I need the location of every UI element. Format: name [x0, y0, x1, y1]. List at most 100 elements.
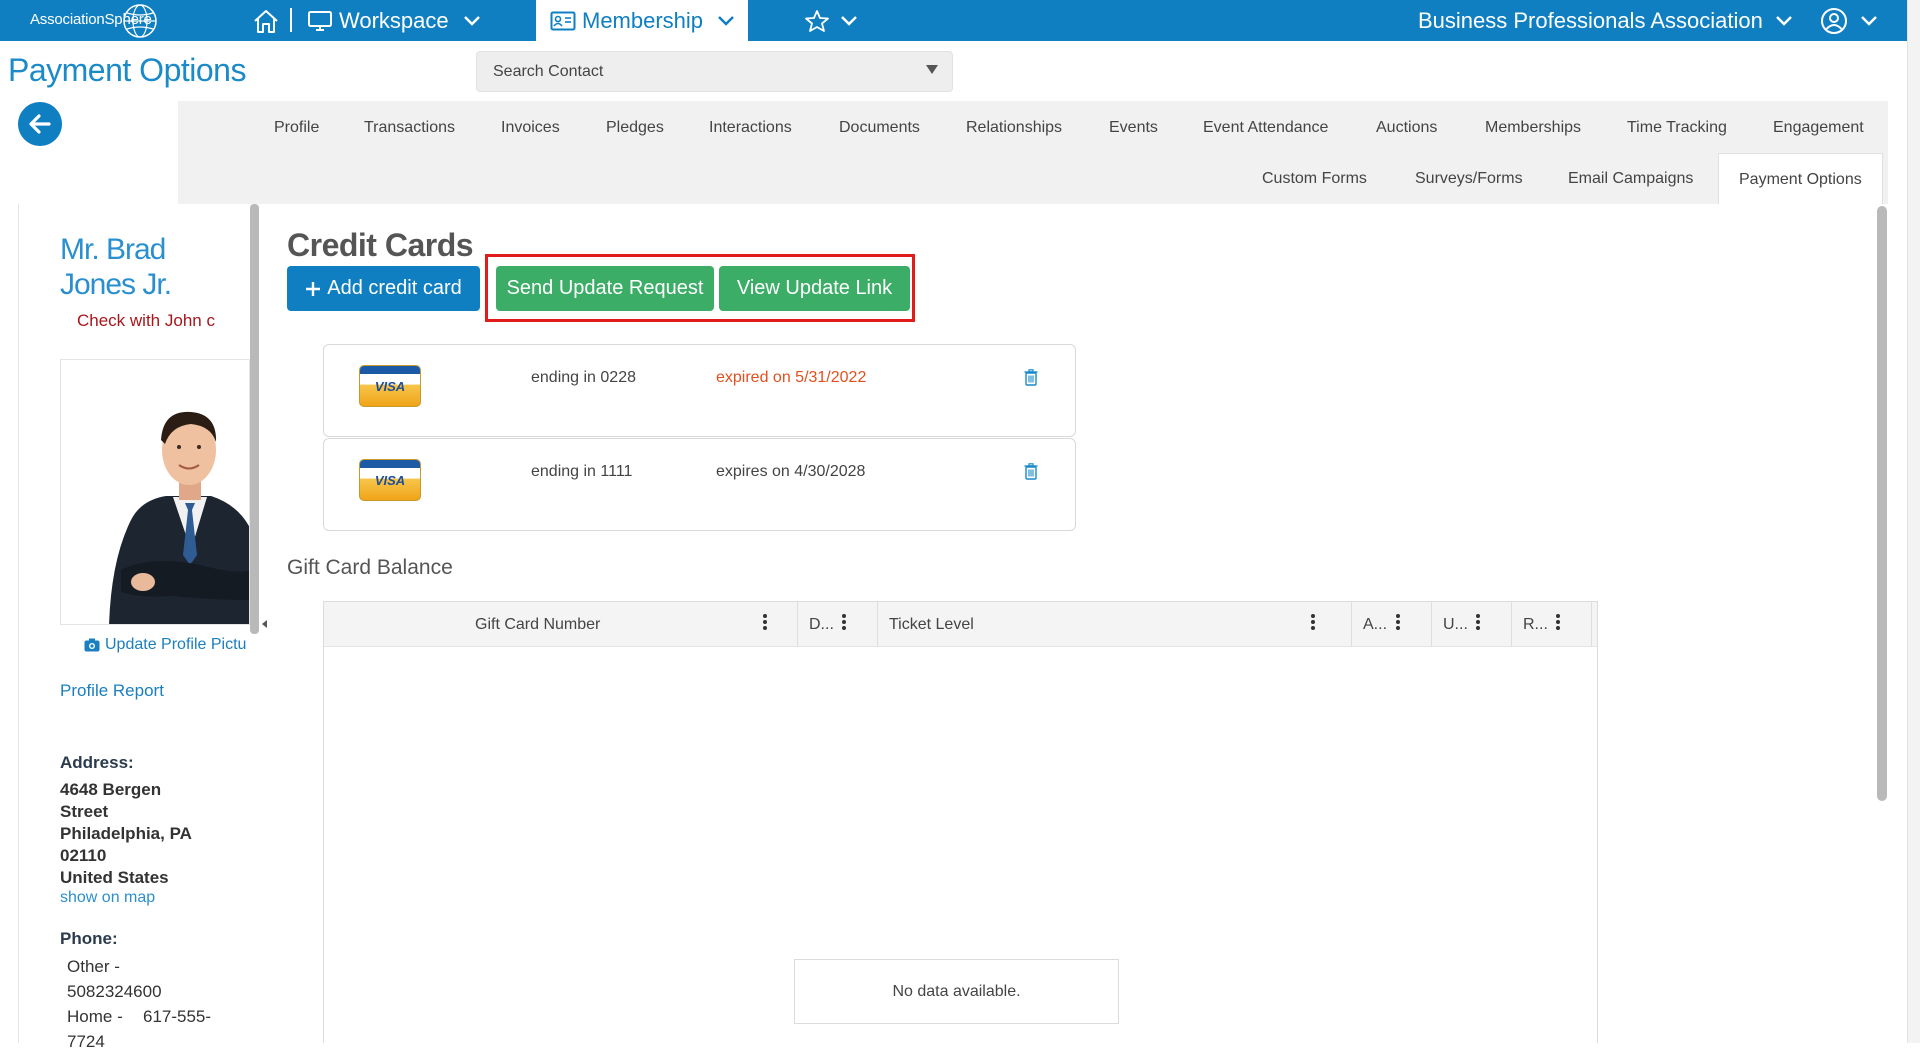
tab-engagement[interactable]: Engagement: [1773, 119, 1864, 137]
address-block: 4648 Bergen Street Philadelphia, PA 0211…: [60, 779, 192, 889]
address-label: Address:: [60, 753, 134, 772]
address-line: 4648 Bergen: [60, 780, 162, 799]
gift-card-heading: Gift Card Balance: [287, 556, 453, 579]
column-menu-icon[interactable]: [841, 613, 847, 633]
organization-name: Business Professionals Association: [1418, 7, 1763, 33]
tab-custom-forms[interactable]: Custom Forms: [1262, 170, 1367, 188]
update-profile-picture-link[interactable]: Update Profile Pictu: [84, 636, 250, 654]
main-scrollbar[interactable]: [1877, 206, 1887, 801]
credit-card-row: VISA ending in 1111 expires on 4/30/2028: [323, 438, 1076, 531]
globe-icon: [123, 4, 157, 38]
id-card-icon: [550, 11, 576, 30]
show-on-map-link[interactable]: show on map: [60, 889, 155, 907]
nav-divider: [290, 8, 292, 32]
star-icon: [805, 9, 829, 32]
chevron-down-icon: [718, 15, 734, 26]
delete-card-icon[interactable]: [1024, 463, 1038, 485]
contact-name: Mr. Brad Jones Jr.: [60, 232, 172, 302]
column-title: D...: [809, 616, 834, 633]
user-menu[interactable]: [1820, 0, 1878, 41]
plus-icon: [306, 281, 321, 296]
tab-events[interactable]: Events: [1109, 119, 1158, 137]
card-brand: VISA: [374, 473, 406, 488]
column-menu-icon[interactable]: [1475, 613, 1481, 633]
tab-interactions[interactable]: Interactions: [709, 119, 792, 137]
no-data-message: No data available.: [794, 959, 1119, 1024]
tab-transactions[interactable]: Transactions: [364, 119, 455, 137]
column-title: R...: [1523, 616, 1548, 633]
window-scrollbar[interactable]: [1907, 0, 1920, 1043]
arrow-left-icon: [29, 114, 51, 134]
tab-documents[interactable]: Documents: [839, 119, 920, 137]
tab-auctions[interactable]: Auctions: [1376, 119, 1437, 137]
tab-email-campaigns[interactable]: Email Campaigns: [1568, 170, 1693, 188]
tab-relationships[interactable]: Relationships: [966, 119, 1062, 137]
address-line: United States: [60, 868, 169, 887]
column-title: A...: [1363, 616, 1388, 633]
column-title: Gift Card Number: [475, 616, 601, 633]
phone-other-label: Other -: [67, 957, 120, 976]
collapse-sidebar-icon[interactable]: [262, 620, 267, 628]
add-credit-card-label: Add credit card: [327, 277, 462, 299]
favorites-menu[interactable]: [804, 0, 858, 41]
column-header[interactable]: A...: [1352, 602, 1432, 647]
address-line: 02110: [60, 846, 107, 865]
update-profile-picture-label: Update Profile Pictu: [105, 636, 247, 653]
column-header[interactable]: Gift Card Number: [324, 602, 798, 647]
chevron-down-icon: [1775, 15, 1792, 26]
tab-pledges[interactable]: Pledges: [606, 119, 664, 137]
card-expiry: expired on 5/31/2022: [716, 369, 867, 386]
chevron-down-icon: [1861, 15, 1877, 26]
column-header[interactable]: D...: [798, 602, 878, 647]
column-title: U...: [1443, 616, 1468, 633]
column-menu-icon[interactable]: [1310, 613, 1316, 633]
highlight-box: [485, 254, 915, 322]
card-ending: ending in 0228: [531, 369, 636, 386]
column-title: Ticket Level: [889, 616, 974, 633]
column-menu-icon[interactable]: [1395, 613, 1401, 633]
card-expiry: expires on 4/30/2028: [716, 463, 866, 480]
column-menu-icon[interactable]: [762, 613, 768, 633]
contact-name-line1: Mr. Brad: [60, 233, 166, 266]
grid-header: Gift Card Number D... Ticket Level A... …: [324, 602, 1597, 647]
tab-event-attendance[interactable]: Event Attendance: [1203, 119, 1328, 137]
column-header[interactable]: Ticket Level: [878, 602, 1352, 647]
add-credit-card-button[interactable]: Add credit card: [287, 266, 480, 311]
tab-surveys-forms[interactable]: Surveys/Forms: [1415, 170, 1523, 188]
home-icon[interactable]: [252, 0, 280, 41]
workspace-label: Workspace: [339, 7, 449, 33]
organization-menu[interactable]: Business Professionals Association: [1418, 0, 1793, 41]
membership-label: Membership: [582, 7, 704, 33]
tab-invoices[interactable]: Invoices: [501, 119, 560, 137]
search-contact-select[interactable]: Search Contact: [476, 51, 953, 92]
phone-label: Phone:: [60, 929, 118, 948]
visa-card-icon: VISA: [359, 459, 421, 501]
phone-home-value-cont: 7724: [67, 1032, 105, 1051]
tab-payment-options[interactable]: Payment Options: [1718, 153, 1883, 204]
back-button[interactable]: [18, 102, 62, 146]
membership-menu[interactable]: Membership: [536, 0, 748, 41]
contact-note: Check with John c: [77, 311, 215, 330]
card-ending: ending in 1111: [531, 463, 633, 480]
delete-card-icon[interactable]: [1024, 369, 1038, 391]
column-menu-icon[interactable]: [1555, 613, 1561, 633]
tab-memberships[interactable]: Memberships: [1485, 119, 1581, 137]
column-header[interactable]: U...: [1432, 602, 1512, 647]
app-logo[interactable]: AssociationSphere: [22, 2, 162, 38]
visa-card-icon: VISA: [359, 365, 421, 407]
workspace-menu[interactable]: Workspace: [307, 0, 481, 41]
gift-card-grid: Gift Card Number D... Ticket Level A... …: [323, 601, 1598, 1043]
profile-tabs: Profile Transactions Invoices Pledges In…: [178, 101, 1888, 204]
column-header[interactable]: R...: [1512, 602, 1592, 647]
credit-card-row: VISA ending in 0228 expired on 5/31/2022: [323, 344, 1076, 437]
page-title: Payment Options: [8, 52, 246, 88]
address-line: Philadelphia, PA: [60, 824, 192, 843]
tab-profile[interactable]: Profile: [274, 119, 319, 137]
user-avatar-icon: [1821, 7, 1847, 34]
sidebar-scrollbar[interactable]: [250, 204, 259, 634]
tab-time-tracking[interactable]: Time Tracking: [1627, 119, 1727, 137]
profile-report-link[interactable]: Profile Report: [60, 681, 164, 701]
camera-icon: [84, 638, 100, 652]
address-line: Street: [60, 802, 109, 821]
person-portrait-icon: [109, 411, 249, 624]
